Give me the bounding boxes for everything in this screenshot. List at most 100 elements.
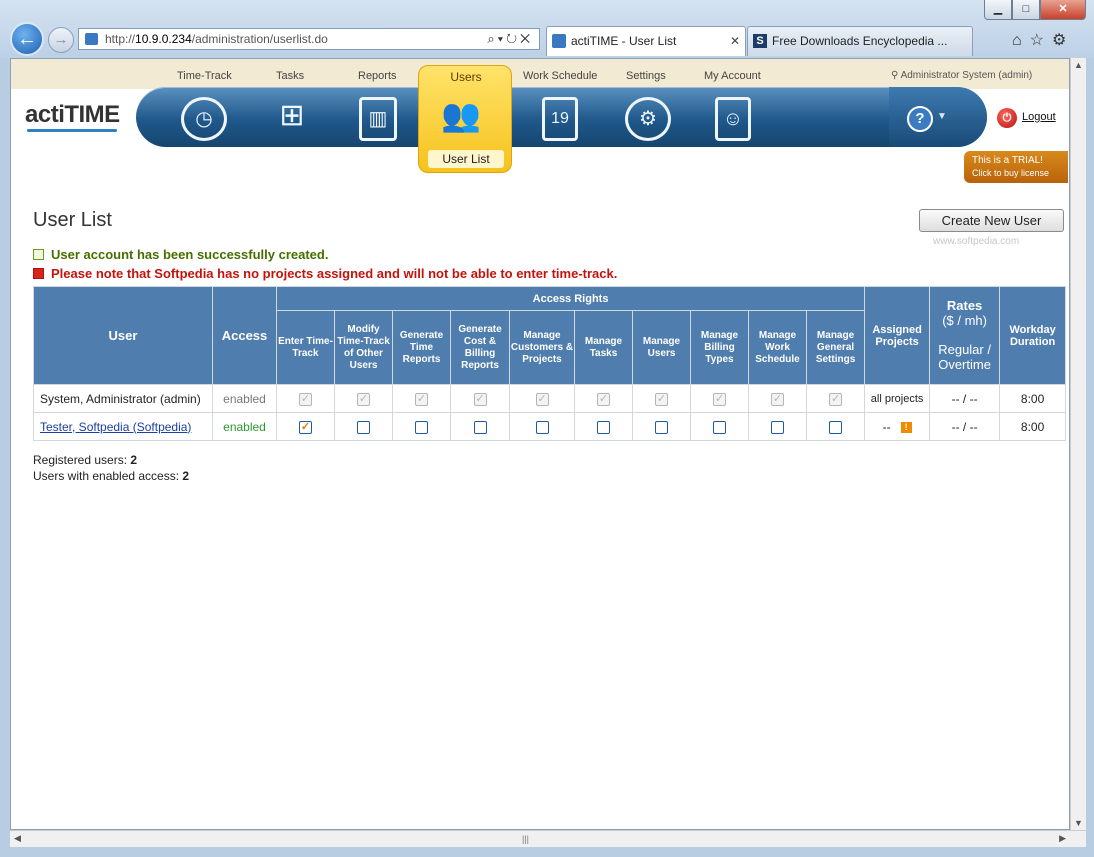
right-cell: ✓ [276,384,335,413]
col-header-right: Manage Work Schedule [748,310,807,385]
workday-duration[interactable]: 8:00 [999,412,1067,441]
warning-message: Please note that Softpedia has no projec… [33,266,617,281]
menu-reports[interactable]: Reports [358,70,397,82]
col-header-access[interactable]: Access [212,286,277,385]
user-link[interactable]: Tester, Softpedia (Softpedia) [40,420,191,434]
tab-close-icon[interactable]: ✕ [730,27,740,55]
scroll-grip-icon[interactable]: ||| [522,834,529,844]
col-header-access-rights: Access Rights [275,286,866,311]
help-icon[interactable]: ? [907,106,933,132]
vertical-scrollbar[interactable]: ▲ ▼ [1070,58,1086,830]
right-cell: ✓ [509,384,575,413]
address-prefix: http:// [105,32,136,46]
assigned-projects: all projects [864,384,931,413]
dropdown-icon[interactable]: ▾ [498,31,506,46]
menu-tasks[interactable]: Tasks [276,70,304,82]
menu-work-schedule[interactable]: Work Schedule [523,70,597,82]
right-cell: ✓ [392,384,451,413]
access-status[interactable]: enabled [212,412,277,441]
right-checkbox[interactable] [829,420,843,434]
col-header-right: Manage General Settings [805,310,866,385]
right-checkbox[interactable] [415,420,428,434]
menu-users-active[interactable]: Users 👥 User List [418,65,512,173]
right-checkbox[interactable] [713,420,726,434]
minimize-button[interactable]: ▁ [984,0,1012,20]
col-header-right: Enter Time-Track [276,310,335,385]
user-name-cell: Tester, Softpedia (Softpedia) [33,412,213,441]
watermark: www.softpedia.com [933,236,1020,247]
right-checkbox: ✓ [535,392,549,406]
col-header-right: Manage Tasks [574,310,633,385]
arrow-left-icon: ← [17,28,37,50]
home-icon[interactable]: ⌂ [1012,32,1030,49]
clock-icon[interactable]: ◷ [181,97,227,141]
col-header-rates: Rates ($ / mh) Regular / Overtime [929,286,1001,385]
right-checkbox[interactable] [357,420,370,434]
maximize-button[interactable]: □ [1012,0,1040,20]
menu-settings[interactable]: Settings [626,70,666,82]
right-cell: ✓ [450,384,510,413]
rates-subtitle: Regular / Overtime [938,342,991,372]
browser-chrome: ▁ □ ✕ ← → http://10.9.0.234/administrati… [0,0,1094,58]
address-path: /administration/userlist.do [191,32,328,46]
assigned-projects-cell[interactable]: --! [864,412,931,441]
my-account-icon[interactable]: ☺ [715,97,751,141]
arrow-right-icon: → [53,31,69,48]
scroll-right-icon[interactable]: ▶ [1059,833,1066,844]
settings-gear-icon[interactable]: ⚙ [625,97,671,141]
page-favicon-icon [552,34,566,48]
help-dropdown-icon[interactable]: ▼ [937,111,947,122]
right-cell: ✓ [690,384,749,413]
page-viewport: Time-Track Tasks Reports Work Schedule S… [10,58,1070,830]
close-window-button[interactable]: ✕ [1040,0,1086,20]
logo-swoosh [27,129,117,132]
right-checkbox[interactable]: ✓ [299,420,312,434]
right-cell [574,412,633,441]
col-header-right: Manage Customers & Projects [509,310,575,385]
stop-icon[interactable]: ✕ [520,31,533,46]
scroll-up-icon[interactable]: ▲ [1074,60,1083,70]
right-checkbox: ✓ [713,392,726,406]
col-header-user[interactable]: User [33,286,213,385]
right-cell [450,412,510,441]
trial-banner[interactable]: This is a TRIAL! Click to buy license [964,151,1068,183]
gear-icon[interactable]: ⚙ [1052,32,1074,49]
logout-link[interactable]: Logout [1022,111,1056,123]
right-checkbox[interactable] [473,420,487,434]
browser-tab[interactable]: S Free Downloads Encyclopedia ... [747,26,973,56]
power-icon[interactable]: ⏻ [997,108,1017,128]
rates[interactable]: -- / -- [929,412,1001,441]
tasks-tree-icon[interactable]: ⊞ [269,97,315,141]
col-header-right: Generate Time Reports [392,310,451,385]
forward-button[interactable]: → [48,27,74,53]
col-header-right: Generate Cost & Billing Reports [450,310,510,385]
back-button[interactable]: ← [10,22,44,56]
calendar-icon[interactable]: 19 [542,97,578,141]
right-cell [392,412,451,441]
submenu-user-list[interactable]: User List [428,150,504,168]
right-checkbox[interactable] [771,420,784,434]
right-checkbox: ✓ [415,392,428,406]
search-icon[interactable]: ⌕ [487,31,497,46]
reports-chart-icon[interactable]: ▥ [359,97,397,141]
refresh-icon[interactable]: ↻ [506,31,520,46]
right-cell [632,412,691,441]
create-new-user-button[interactable]: Create New User [919,209,1064,232]
right-checkbox[interactable] [597,420,610,434]
scroll-left-icon[interactable]: ◀ [14,833,21,844]
user-name: System, Administrator (admin) [33,384,213,413]
address-bar[interactable]: http://10.9.0.234/administration/userlis… [78,28,540,50]
success-message: User account has been successfully creat… [33,247,328,262]
menu-time-track[interactable]: Time-Track [177,70,232,82]
scroll-down-icon[interactable]: ▼ [1074,818,1083,828]
col-header-right: Manage Billing Types [690,310,749,385]
right-checkbox[interactable] [655,420,668,434]
horizontal-scrollbar[interactable]: ◀ ||| ▶ [10,830,1086,847]
favorites-star-icon[interactable]: ☆ [1030,32,1052,49]
right-cell [509,412,575,441]
address-controls[interactable]: ⌕▾↻✕ [487,29,533,49]
right-checkbox[interactable] [535,420,549,434]
browser-tab-active[interactable]: actiTIME - User List ✕ [546,26,746,56]
menu-my-account[interactable]: My Account [704,70,761,82]
actitime-logo[interactable]: actiTIME [25,101,120,129]
